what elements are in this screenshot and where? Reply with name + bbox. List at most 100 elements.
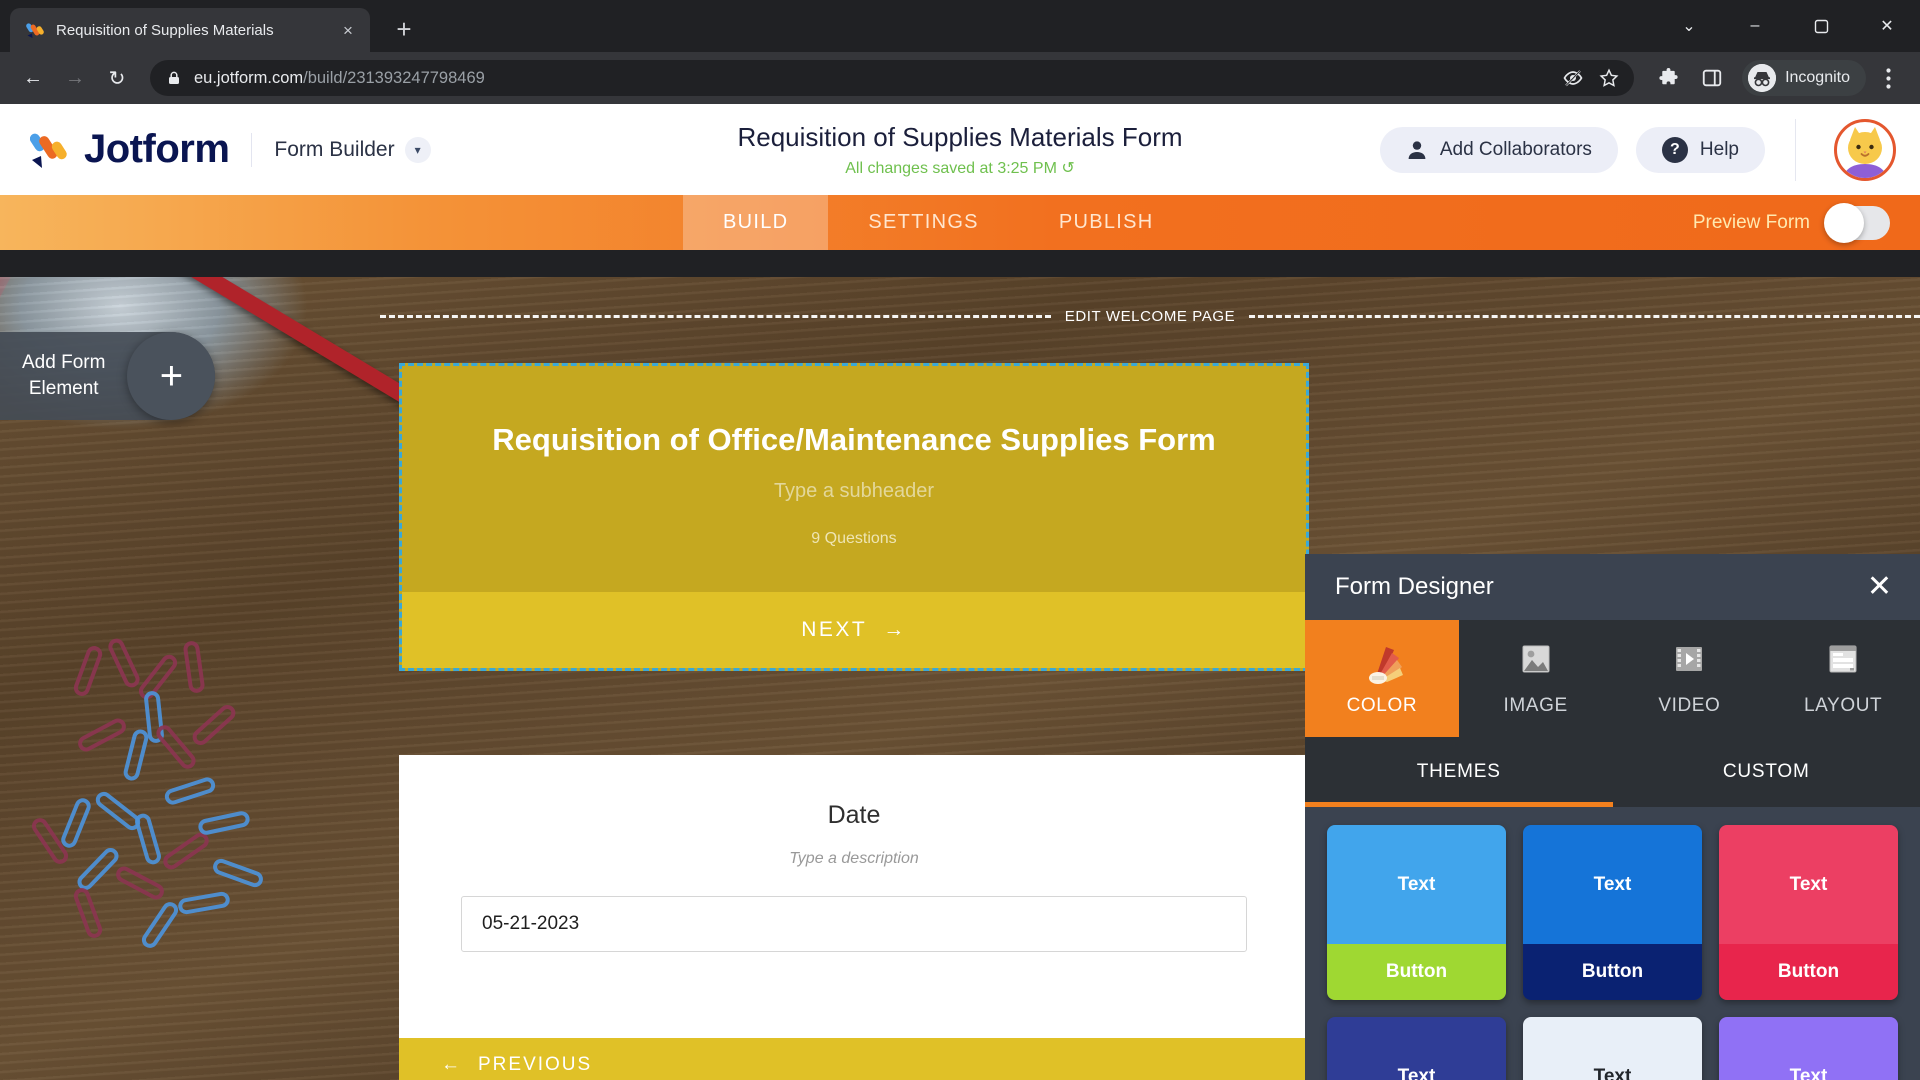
close-icon[interactable]: ✕ — [1867, 572, 1892, 602]
theme-card-text: Text — [1523, 825, 1702, 944]
dashed-line-left — [380, 314, 1051, 318]
theme-card[interactable]: TextButton — [1719, 1017, 1898, 1080]
previous-label: PREVIOUS — [478, 1054, 593, 1075]
tab-build[interactable]: BUILD — [683, 195, 829, 250]
maximize-button[interactable] — [1788, 0, 1854, 52]
welcome-page-card[interactable]: Requisition of Office/Maintenance Suppli… — [399, 363, 1309, 671]
jotform-logo-icon — [29, 129, 70, 171]
jotform-wordmark: Jotform — [84, 127, 230, 171]
window-controls: ⌄ – ✕ — [1656, 0, 1920, 52]
browser-tab-title: Requisition of Supplies Materials — [56, 21, 274, 39]
star-icon[interactable] — [1592, 61, 1626, 95]
add-form-element-line1: Add Form — [22, 352, 106, 374]
arrow-left-icon: ← — [441, 1054, 462, 1075]
header-divider-2 — [1795, 118, 1796, 181]
chevron-down-icon[interactable]: ▾ — [404, 136, 431, 163]
form-designer-header: Form Designer ✕ — [1305, 554, 1920, 620]
help-label: Help — [1699, 138, 1739, 160]
theme-card[interactable]: TextButton — [1327, 1017, 1506, 1080]
edit-welcome-page-bar[interactable]: EDIT WELCOME PAGE — [380, 307, 1920, 325]
date-input[interactable]: 05-21-2023 — [461, 896, 1247, 952]
welcome-subheader[interactable]: Type a subheader — [432, 480, 1276, 503]
theme-card-text: Text — [1719, 825, 1898, 944]
tab-settings[interactable]: SETTINGS — [828, 195, 1018, 250]
header-divider — [251, 132, 253, 167]
address-bar[interactable]: eu.jotform.com/build/231393247798469 — [150, 60, 1635, 96]
form-designer-title: Form Designer — [1335, 573, 1494, 600]
eye-slash-icon[interactable] — [1556, 61, 1590, 95]
background-paperclips — [20, 636, 350, 1057]
designer-tab-video-label: VIDEO — [1658, 694, 1721, 716]
close-window-button[interactable]: ✕ — [1854, 0, 1920, 52]
url-host: eu.jotform.com — [194, 68, 304, 87]
tab-publish[interactable]: PUBLISH — [1019, 195, 1194, 250]
add-collaborators-button[interactable]: Add Collaborators — [1379, 126, 1618, 173]
app-header: Jotform Form Builder ▾ Requisition of Su… — [0, 104, 1920, 195]
designer-tab-color[interactable]: COLOR — [1305, 620, 1459, 737]
help-button[interactable]: ? Help — [1635, 126, 1765, 173]
person-icon — [1406, 139, 1428, 161]
product-switcher[interactable]: Form Builder ▾ — [274, 136, 431, 163]
date-field-title[interactable]: Date — [399, 801, 1309, 830]
theme-card-text: Text — [1327, 825, 1506, 944]
designer-tab-layout[interactable]: LAYOUT — [1766, 620, 1920, 737]
welcome-question-count: 9 Questions — [811, 530, 897, 547]
previous-button[interactable]: ← PREVIOUS — [399, 1038, 1309, 1080]
chevron-down-icon[interactable]: ⌄ — [1656, 0, 1722, 52]
question-mark-icon: ? — [1661, 136, 1688, 163]
theme-card[interactable]: TextButton — [1719, 825, 1898, 1000]
designer-mode-tabs: COLOR IMAGE VIDEO LAYOUT — [1305, 620, 1920, 737]
sub-tab-custom[interactable]: CUSTOM — [1613, 737, 1920, 807]
designer-tab-layout-label: LAYOUT — [1804, 694, 1883, 716]
date-input-value: 05-21-2023 — [482, 913, 580, 934]
theme-card[interactable]: TextButton — [1523, 825, 1702, 1000]
color-palette-icon — [1356, 641, 1408, 685]
add-icon[interactable]: + — [127, 332, 216, 420]
designer-tab-image-label: IMAGE — [1503, 694, 1568, 716]
minimize-button[interactable]: – — [1722, 0, 1788, 52]
new-tab-button[interactable]: + — [384, 9, 424, 49]
omnibox-actions — [1556, 61, 1626, 95]
builder-nav: BUILD SETTINGS PUBLISH Preview Form — [0, 195, 1920, 250]
theme-grid: TextButtonTextButtonTextButtonTextButton… — [1305, 807, 1920, 1080]
preview-form-control: Preview Form — [1693, 195, 1920, 250]
preview-form-toggle[interactable] — [1824, 202, 1890, 243]
close-icon[interactable]: × — [338, 22, 358, 39]
incognito-avatar-icon — [1748, 64, 1777, 92]
theme-card[interactable]: TextButton — [1523, 1017, 1702, 1080]
save-status-text: All changes saved at 3:25 PM — [845, 159, 1057, 177]
avatar[interactable] — [1834, 118, 1896, 181]
url-path: /build/231393247798469 — [303, 68, 485, 87]
designer-tab-video[interactable]: VIDEO — [1613, 620, 1767, 737]
puzzle-icon[interactable] — [1648, 58, 1688, 98]
welcome-title[interactable]: Requisition of Office/Maintenance Suppli… — [432, 422, 1276, 458]
designer-tab-color-label: COLOR — [1346, 694, 1418, 716]
date-field-card[interactable]: Date Type a description 05-21-2023 ← PRE… — [399, 755, 1309, 1080]
sub-tab-themes[interactable]: THEMES — [1305, 737, 1613, 807]
sub-tab-active-underline — [1305, 802, 1613, 807]
side-panel-icon[interactable] — [1692, 58, 1732, 98]
reload-button[interactable]: ↻ — [98, 59, 136, 97]
forward-button[interactable]: → — [56, 59, 94, 97]
toggle-knob — [1824, 202, 1864, 243]
url-text: eu.jotform.com/build/231393247798469 — [194, 69, 485, 88]
arrow-right-icon: → — [883, 618, 907, 641]
browser-tab[interactable]: Requisition of Supplies Materials × — [10, 8, 370, 52]
revert-icon[interactable]: ↺ — [1061, 160, 1074, 177]
date-field-description[interactable]: Type a description — [399, 850, 1309, 868]
product-label: Form Builder — [274, 137, 395, 161]
kebab-menu-icon[interactable] — [1870, 58, 1906, 98]
designer-tab-image[interactable]: IMAGE — [1459, 620, 1613, 737]
image-icon — [1510, 641, 1562, 685]
incognito-indicator[interactable]: Incognito — [1742, 60, 1866, 96]
back-button[interactable]: ← — [14, 59, 52, 97]
video-icon — [1663, 641, 1715, 685]
next-button[interactable]: NEXT → — [402, 592, 1306, 668]
preview-form-label: Preview Form — [1692, 211, 1810, 233]
browser-toolbar: ← → ↻ eu.jotform.com/build/2313932477984… — [0, 52, 1920, 104]
theme-card[interactable]: TextButton — [1327, 825, 1506, 1000]
jotform-logo[interactable]: Jotform — [29, 127, 230, 172]
theme-card-button: Button — [1327, 944, 1506, 1000]
add-form-element-button[interactable]: Add Form Element + — [0, 332, 216, 420]
dashed-line-right — [1249, 314, 1920, 318]
